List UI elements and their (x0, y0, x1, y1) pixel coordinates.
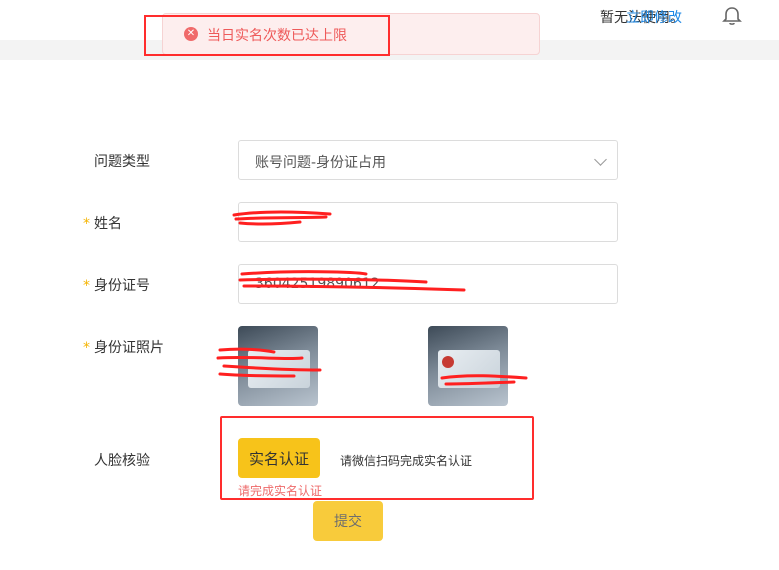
issue-type-select[interactable]: 账号问题-身份证占用 (238, 140, 618, 180)
id-number-input[interactable]: 36042519890612 (238, 264, 618, 304)
id-card-image (248, 350, 310, 388)
modify-now-link[interactable]: 立即修改 (626, 7, 682, 27)
issue-type-value: 账号问题-身份证占用 (255, 155, 387, 171)
issue-type-label: 问题类型 (94, 154, 150, 170)
annotation-box-toast (144, 15, 390, 56)
id-photos-label: * 身份证照片 (83, 340, 164, 356)
submit-button[interactable]: 提交 (313, 501, 383, 541)
required-mark: * (83, 216, 90, 232)
id-photo-front[interactable] (238, 326, 318, 406)
name-label: * 姓名 (83, 216, 122, 232)
required-mark: * (83, 340, 90, 356)
face-verify-label: 人脸核验 (94, 453, 150, 469)
chevron-down-icon (594, 153, 607, 166)
id-number-label: * 身份证号 (83, 278, 150, 294)
bell-icon[interactable] (721, 5, 743, 27)
id-photo-back[interactable] (428, 326, 508, 406)
annotation-box-face-verify (220, 416, 534, 500)
id-number-value: 36042519890612 (255, 276, 380, 292)
national-emblem-icon (442, 356, 454, 368)
required-mark: * (83, 278, 90, 294)
name-input[interactable] (238, 202, 618, 242)
